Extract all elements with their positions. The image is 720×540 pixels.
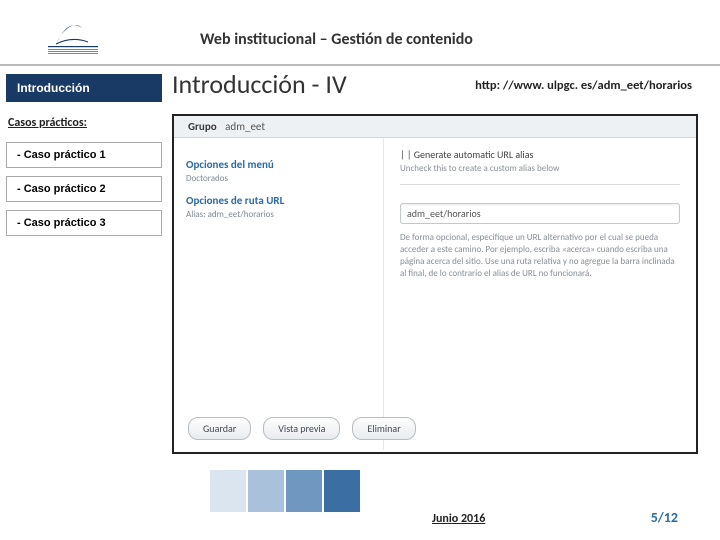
slide-header: Web institucional – Gestión de contenido (0, 0, 720, 66)
url-path-bold: adm_eet/horarios (598, 78, 692, 93)
sidebar: Introducción Casos prácticos: - Caso prá… (6, 74, 162, 236)
main-content: Introducción - IV http: //www. ulpgc. es… (172, 68, 698, 460)
sidebar-item-caso-1[interactable]: - Caso práctico 1 (6, 142, 162, 168)
sidebar-item-introduccion[interactable]: Introducción (6, 74, 162, 102)
header-title: Web institucional – Gestión de contenido (200, 30, 473, 49)
divider (400, 184, 680, 185)
url-options-sub: Alias: adm_eet/horarios (186, 209, 371, 220)
sidebar-section-label: Casos prácticos: (6, 114, 162, 134)
save-button[interactable]: Guardar (188, 417, 251, 440)
slide-footer: Junio 2016 5/12 (0, 474, 720, 540)
auto-alias-checkbox[interactable]: | | Generate automatic URL alias (400, 146, 680, 161)
menu-options-sub: Doctorados (186, 173, 371, 184)
preview-button[interactable]: Vista previa (263, 417, 340, 440)
sidebar-item-caso-2[interactable]: - Caso práctico 2 (6, 176, 162, 202)
options-sidebar: Opciones del menú Doctorados Opciones de… (174, 138, 384, 450)
group-label: Grupo (188, 120, 217, 133)
ulpgc-logo (48, 14, 118, 58)
options-panel: | | Generate automatic URL alias Uncheck… (384, 138, 696, 450)
sidebar-item-caso-3[interactable]: - Caso práctico 3 (6, 210, 162, 236)
decorative-blocks (210, 470, 360, 512)
form-actions: Guardar Vista previa Eliminar (188, 417, 416, 440)
group-value: adm_eet (225, 120, 265, 133)
delete-button[interactable]: Eliminar (352, 417, 415, 440)
group-header: Grupo adm_eet (174, 116, 696, 138)
url-prefix: http: //www. ulpgc. es/ (475, 78, 597, 93)
page-url: http: //www. ulpgc. es/adm_eet/horarios (475, 78, 692, 93)
auto-alias-hint: Uncheck this to create a custom alias be… (400, 163, 680, 174)
url-alias-input[interactable] (400, 203, 680, 224)
url-alias-help: De forma opcional, especifique un URL al… (400, 232, 680, 281)
page-number: 5/12 (651, 509, 678, 526)
cms-screenshot: Grupo adm_eet Opciones del menú Doctorad… (172, 114, 698, 454)
footer-date: Junio 2016 (432, 512, 485, 526)
menu-options-title[interactable]: Opciones del menú (186, 158, 371, 171)
url-options-title[interactable]: Opciones de ruta URL (186, 194, 371, 207)
